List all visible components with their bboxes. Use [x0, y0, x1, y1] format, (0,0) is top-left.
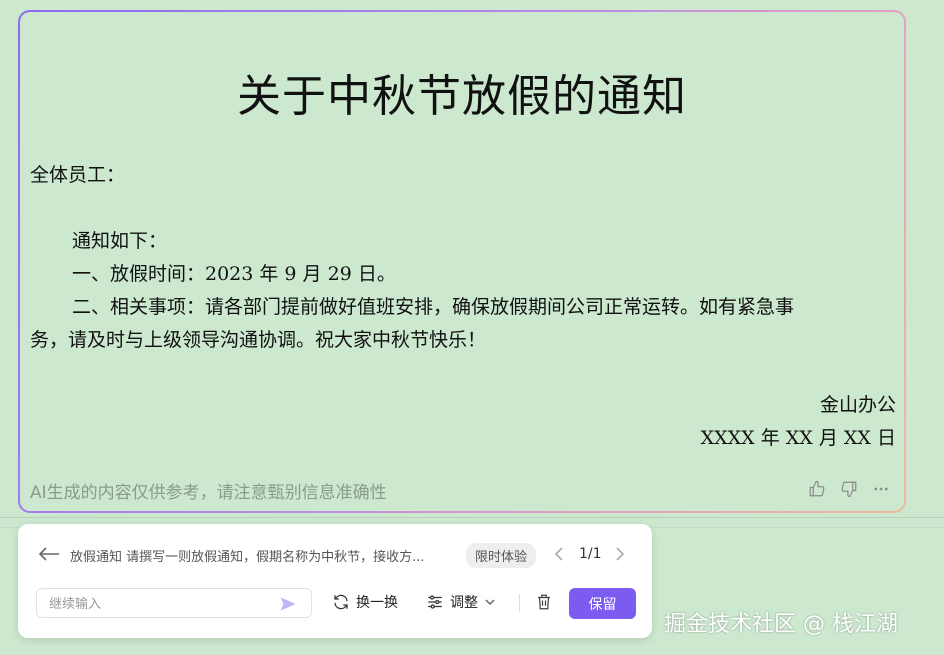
document-item-1: 一、放假时间：2023 年 9 月 29 日。	[72, 263, 396, 285]
back-arrow-icon[interactable]	[38, 546, 60, 562]
pager-count: 1/1	[579, 546, 602, 562]
card-actions	[808, 480, 890, 498]
adjust-label: 调整	[450, 595, 478, 611]
refresh-icon	[334, 594, 348, 610]
continue-input-box	[36, 588, 312, 618]
ai-result-card: 关于中秋节放假的通知 全体员工： 通知如下： 一、放假时间：2023 年 9 月…	[18, 10, 906, 513]
continue-input[interactable]	[47, 593, 271, 615]
trash-icon[interactable]	[535, 593, 553, 611]
document-item-2-line-2: 务，请及时与上级领导沟通协调。祝大家中秋节快乐！	[30, 329, 487, 351]
document-salutation: 全体员工：	[30, 164, 126, 186]
document-intro: 通知如下：	[72, 230, 168, 252]
thumbs-down-icon[interactable]	[840, 480, 858, 498]
document-title: 关于中秋节放假的通知	[237, 71, 687, 122]
prompt-summary: 放假通知 请撰写一则放假通知，假期名称为中秋节，接收方...	[70, 550, 425, 565]
sliders-icon	[428, 595, 442, 609]
page-divider	[0, 517, 944, 518]
toolbar-separator	[519, 594, 520, 612]
swap-button[interactable]: 换一换	[332, 592, 398, 612]
trial-badge: 限时体验	[466, 543, 537, 568]
chevron-right-icon[interactable]	[614, 547, 626, 561]
document-item-2-line-1: 二、相关事项：请各部门提前做好值班安排，确保放假期间公司正常运转。如有紧急事	[72, 296, 795, 318]
watermark: 掘金技术社区 @ 栈江湖	[664, 612, 898, 637]
document-signature-date: XXXX 年 XX 月 XX 日	[700, 427, 896, 449]
ai-disclaimer: AI生成的内容仅供参考，请注意甄别信息准确性	[30, 483, 387, 503]
adjust-button[interactable]: 调整	[426, 592, 496, 612]
more-icon[interactable]	[872, 480, 890, 498]
document-signature-org: 金山办公	[819, 394, 896, 416]
chevron-down-icon	[485, 599, 495, 606]
chevron-left-icon[interactable]	[553, 547, 565, 561]
ai-assistant-panel: 放假通知 请撰写一则放假通知，假期名称为中秋节，接收方... 限时体验 1/1 …	[18, 524, 652, 638]
swap-label: 换一换	[356, 595, 398, 611]
send-icon[interactable]	[279, 595, 297, 613]
thumbs-up-icon[interactable]	[808, 480, 826, 498]
keep-button[interactable]: 保留	[569, 588, 636, 619]
